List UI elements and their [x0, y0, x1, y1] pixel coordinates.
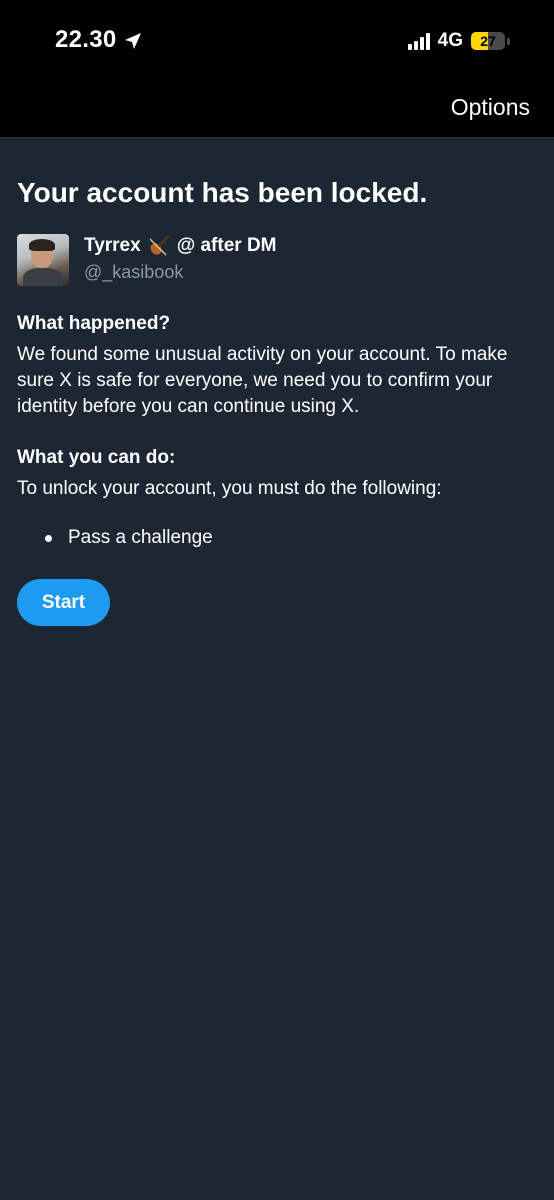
start-button[interactable]: Start [17, 579, 110, 626]
display-name-text: Tyrrex [84, 235, 141, 256]
network-type-label: 4G [437, 30, 463, 51]
battery-icon: 27 [471, 32, 505, 50]
violin-icon [147, 234, 171, 258]
options-button[interactable]: Options [451, 94, 530, 121]
status-time: 22.30 [55, 26, 143, 54]
locked-account-content: Your account has been locked. Tyrrex @ a… [17, 138, 537, 626]
what-you-can-do-heading: What you can do: [17, 447, 176, 468]
battery-tip [507, 37, 510, 45]
account-card: Tyrrex @ after DM @_kasibook [17, 234, 537, 286]
signal-strength-icon [407, 32, 430, 50]
what-you-can-do-body: To unlock your account, you must do the … [17, 478, 442, 499]
account-info: Tyrrex @ after DM @_kasibook [84, 234, 277, 283]
username: @_kasibook [84, 262, 184, 282]
status-indicators: 4G 27 [407, 30, 510, 52]
page-title: Your account has been locked. [17, 177, 428, 208]
location-arrow-icon [123, 30, 143, 50]
display-name: Tyrrex @ after DM [84, 234, 277, 258]
list-item: Pass a challenge [17, 526, 537, 550]
battery-percentage: 27 [480, 33, 496, 49]
bullet-icon [45, 534, 52, 542]
status-time-text: 22.30 [55, 26, 117, 53]
display-name-suffix: @ after DM [176, 235, 277, 256]
what-happened-heading: What happened? [17, 313, 171, 334]
status-bar: 22.30 4G 27 [0, 0, 554, 80]
avatar [17, 234, 69, 286]
top-nav-bar: Options [0, 80, 554, 138]
unlock-steps-list: Pass a challenge [17, 526, 537, 550]
step-text: Pass a challenge [68, 527, 213, 548]
what-happened-body: We found some unusual activity on your a… [17, 344, 508, 417]
